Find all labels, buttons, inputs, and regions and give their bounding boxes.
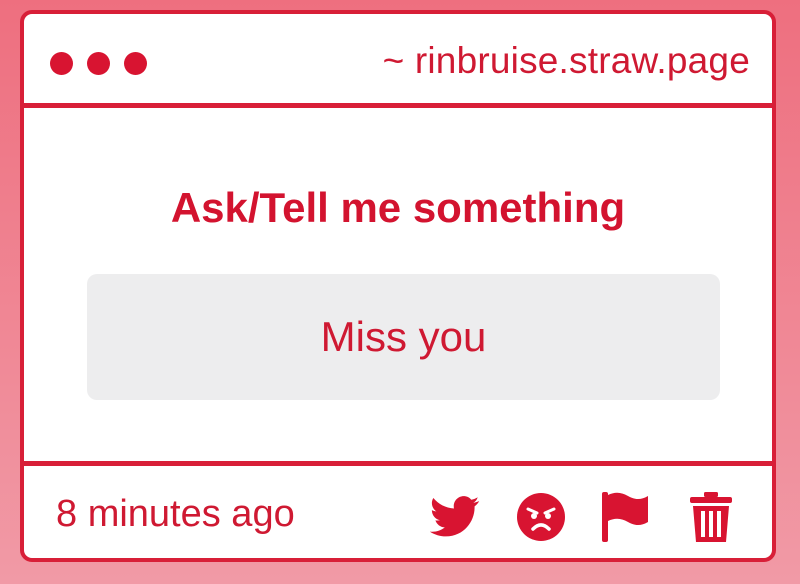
delete-button[interactable] (684, 490, 738, 544)
twitter-share-button[interactable] (428, 490, 482, 544)
trash-icon (690, 492, 732, 542)
angry-face-icon (517, 493, 565, 541)
message-card: ~ rinbruise.straw.page Ask/Tell me somet… (20, 10, 776, 562)
window-dot (50, 52, 73, 75)
report-button[interactable] (598, 490, 652, 544)
message-box: Miss you (87, 274, 720, 400)
window-dot (87, 52, 110, 75)
window-dot (124, 52, 147, 75)
window-dots (50, 52, 147, 75)
message-text: Miss you (320, 313, 487, 360)
card-body: Ask/Tell me something Miss you (24, 108, 772, 461)
timestamp: 8 minutes ago (56, 493, 295, 535)
question-title: Ask/Tell me something (170, 184, 626, 231)
twitter-icon (430, 496, 480, 537)
card-header: ~ rinbruise.straw.page (24, 14, 772, 108)
page-url[interactable]: ~ rinbruise.straw.page (383, 40, 750, 82)
react-button[interactable] (514, 490, 568, 544)
flag-icon (602, 492, 648, 542)
card-footer: 8 minutes ago (24, 461, 772, 558)
